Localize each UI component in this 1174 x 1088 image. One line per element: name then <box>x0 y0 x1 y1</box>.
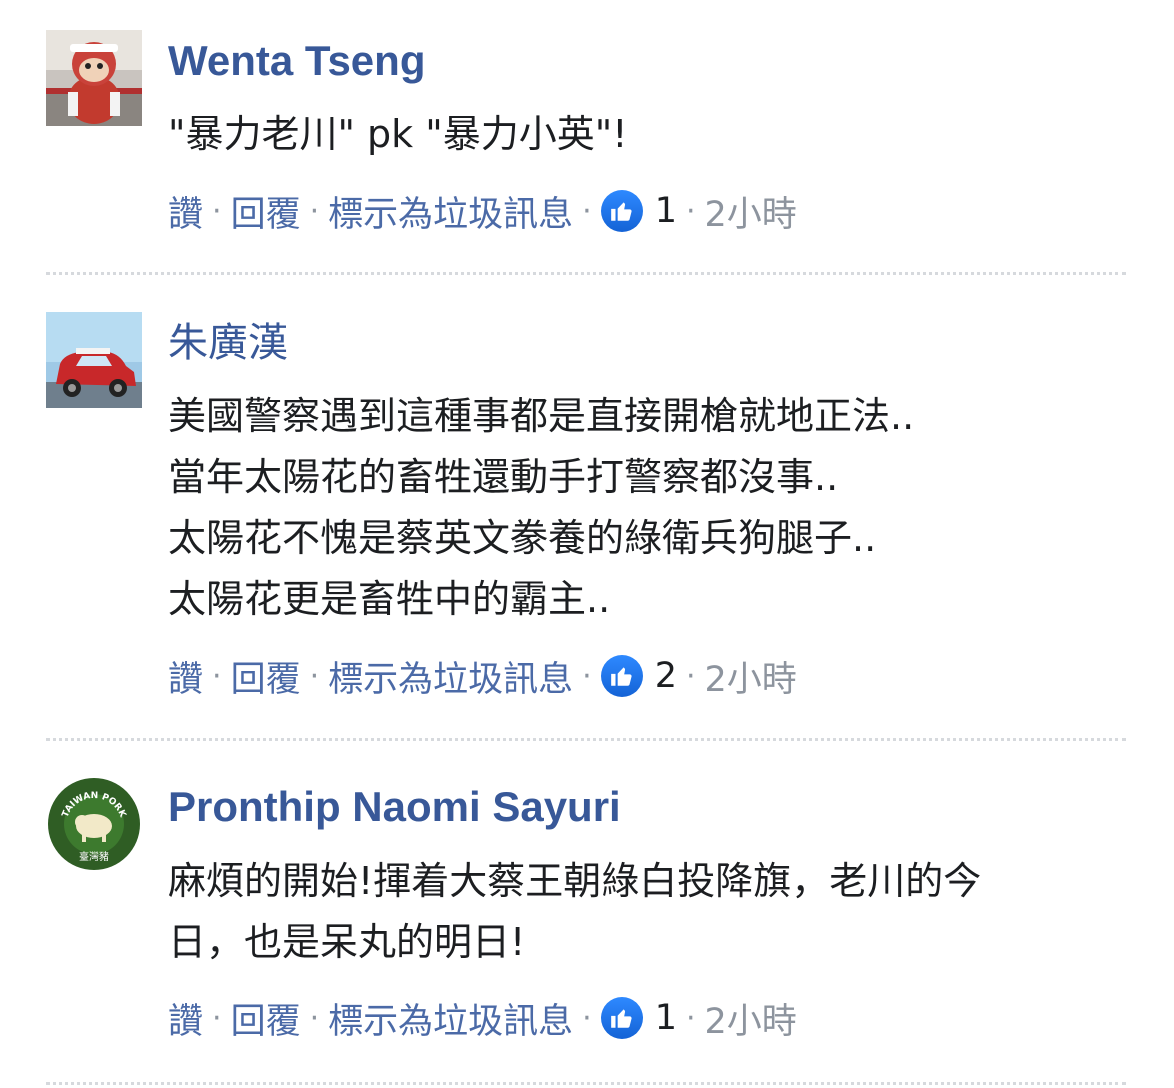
comment-line: 太陽花更是畜牲中的霸主.. <box>168 577 611 621</box>
avatar-logo-label: 臺灣豬 <box>79 850 109 863</box>
report-spam-link[interactable]: 標示為垃圾訊息 <box>328 651 573 702</box>
avatar[interactable] <box>46 30 142 126</box>
avatar[interactable]: TAIWAN PORK 臺灣豬 <box>46 776 142 872</box>
comment-line: 日，也是呆丸的明日! <box>168 920 526 964</box>
separator: · <box>685 1000 696 1036</box>
separator: · <box>212 1000 222 1036</box>
like-count[interactable]: 2 <box>655 656 677 696</box>
like-link[interactable]: 讚 <box>168 651 203 702</box>
separator: · <box>309 193 320 229</box>
separator: · <box>685 658 696 694</box>
separator: · <box>582 193 592 229</box>
report-spam-link[interactable]: 標示為垃圾訊息 <box>328 186 573 237</box>
comment-text: 麻煩的開始!揮着大蔡王朝綠白投降旗，老川的今 日，也是呆丸的明日! <box>168 851 981 973</box>
comment-divider <box>46 1082 1126 1085</box>
timestamp[interactable]: 2小時 <box>705 651 797 702</box>
comment-line: 麻煩的開始!揮着大蔡王朝綠白投降旗，老川的今 <box>168 859 982 903</box>
separator: · <box>212 193 222 229</box>
avatar[interactable] <box>46 312 142 408</box>
comment-text: "暴力老川" pk "暴力小英"! <box>168 104 627 165</box>
like-count[interactable]: 1 <box>655 191 677 231</box>
like-link[interactable]: 讚 <box>168 993 203 1044</box>
reply-link[interactable]: 回覆 <box>231 651 301 702</box>
like-link[interactable]: 讚 <box>168 186 203 237</box>
comment-line: 美國警察遇到這種事都是直接開槍就地正法.. <box>168 394 915 438</box>
like-thumb-icon[interactable] <box>600 190 643 232</box>
separator: · <box>309 658 320 694</box>
timestamp[interactable]: 2小時 <box>705 993 797 1044</box>
comment-line: 當年太陽花的畜牲還動手打警察都沒事.. <box>168 455 839 499</box>
comment-line: 太陽花不愧是蔡英文豢養的綠衛兵狗腿子.. <box>168 516 877 560</box>
comment-actions: 讚 · 回覆 · 標示為垃圾訊息 · 2 · 2小時 <box>168 654 797 700</box>
like-thumb-icon[interactable] <box>600 655 643 697</box>
comment-line: "暴力老川" pk "暴力小英"! <box>168 112 628 156</box>
comment-author[interactable]: Wenta Tseng <box>168 36 425 86</box>
separator: · <box>309 1000 320 1036</box>
reply-link[interactable]: 回覆 <box>231 186 301 237</box>
comment-actions: 讚 · 回覆 · 標示為垃圾訊息 · 1 · 2小時 <box>168 996 797 1042</box>
like-thumb-icon[interactable] <box>600 997 643 1039</box>
comment-author[interactable]: Pronthip Naomi Sayuri <box>168 782 621 832</box>
separator: · <box>685 193 696 229</box>
like-count[interactable]: 1 <box>655 998 677 1038</box>
comment-text: 美國警察遇到這種事都是直接開槍就地正法.. 當年太陽花的畜牲還動手打警察都沒事.… <box>168 386 914 630</box>
report-spam-link[interactable]: 標示為垃圾訊息 <box>328 993 573 1044</box>
comment-actions: 讚 · 回覆 · 標示為垃圾訊息 · 1 · 2小時 <box>168 189 797 235</box>
separator: · <box>582 1000 592 1036</box>
reply-link[interactable]: 回覆 <box>231 993 301 1044</box>
separator: · <box>212 658 222 694</box>
timestamp[interactable]: 2小時 <box>705 186 797 237</box>
comment-author[interactable]: 朱廣漢 <box>168 318 288 368</box>
comment-divider <box>46 738 1126 741</box>
separator: · <box>582 658 592 694</box>
comment-divider <box>46 272 1126 275</box>
